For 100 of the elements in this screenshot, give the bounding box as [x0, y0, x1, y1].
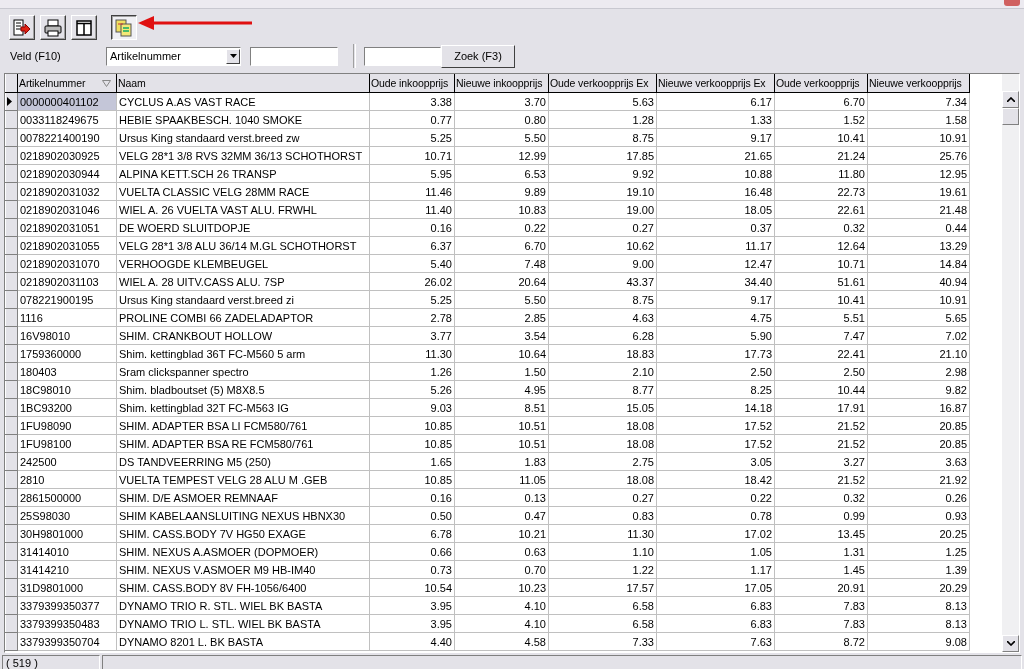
table-cell: 0.70	[454, 560, 549, 579]
table-cell: 9.08	[867, 632, 970, 651]
table-cell: 51.61	[774, 272, 868, 291]
table-cell: 21.48	[867, 200, 970, 219]
scroll-up-icon[interactable]	[1002, 91, 1019, 108]
table-cell: 21.24	[774, 146, 868, 165]
table-cell: 11.40	[369, 200, 455, 219]
filter-field[interactable]	[250, 46, 338, 66]
table-cell: 8.75	[548, 290, 657, 309]
table-cell: 1FU98090	[17, 416, 117, 435]
table-cell: VUELTA TEMPEST VELG 28 ALU M .GEB	[116, 470, 370, 489]
table-cell: 5.25	[369, 128, 455, 147]
table-cell: 0033118249675	[17, 110, 117, 129]
table-cell: 8.13	[867, 614, 970, 633]
field-dropdown[interactable]: Artikelnummer	[106, 46, 241, 66]
column-header[interactable]: Oude verkoopprijs	[774, 74, 868, 93]
toolbar-button[interactable]	[111, 15, 137, 40]
table-cell: VELG 28*1 3/8 RVS 32MM 36/13 SCHOTHORST	[116, 146, 370, 165]
table-cell: 5.63	[548, 92, 657, 111]
table-cell: 1.45	[774, 560, 868, 579]
table-cell: 2.50	[774, 362, 868, 381]
table-cell: 6.83	[656, 596, 775, 615]
table-cell: 7.33	[548, 632, 657, 651]
table-cell: 3.95	[369, 614, 455, 633]
column-header[interactable]: Nieuwe inkoopprijs	[454, 74, 549, 93]
table-cell: 1.10	[548, 542, 657, 561]
table-cell: 5.50	[454, 128, 549, 147]
table-cell: 1.39	[867, 560, 970, 579]
table-cell: 5.50	[454, 290, 549, 309]
table-cell: SHIM. CASS.BODY 8V FH-1056/6400	[116, 578, 370, 597]
table-cell: 10.85	[369, 416, 455, 435]
table-cell: 21.92	[867, 470, 970, 489]
table-cell: 1.26	[369, 362, 455, 381]
table-cell: 3379399350704	[17, 632, 117, 651]
table-cell: 11.80	[774, 164, 868, 183]
table-cell: 0218902031046	[17, 200, 117, 219]
table-cell: 2.78	[369, 308, 455, 327]
table-cell: 5.25	[369, 290, 455, 309]
table-cell: 30H9801000	[17, 524, 117, 543]
table-cell: VELG 28*1 3/8 ALU 36/14 M.GL SCHOTHORST	[116, 236, 370, 255]
table-cell: 0.78	[656, 506, 775, 525]
table-cell: Shim. kettingblad 36T FC-M560 5 arm	[116, 344, 370, 363]
table-cell: 12.64	[774, 236, 868, 255]
table-cell: DYNAMO TRIO L. STL. WIEL BK BASTA	[116, 614, 370, 633]
column-header[interactable]: Oude inkoopprijs	[369, 74, 455, 93]
table-cell: 3.05	[656, 452, 775, 471]
search-button[interactable]: Zoek (F3)	[441, 44, 515, 68]
scroll-thumb[interactable]	[1002, 108, 1019, 125]
table-cell: 9.89	[454, 182, 549, 201]
table-cell: 1116	[17, 308, 117, 327]
scroll-down-icon[interactable]	[1002, 635, 1019, 652]
table-cell: 0.66	[369, 542, 455, 561]
column-header[interactable]: Oude verkoopprijs Ex	[548, 74, 657, 93]
table-cell: 7.83	[774, 596, 868, 615]
vertical-scrollbar[interactable]	[1002, 74, 1019, 652]
table-cell: 0.73	[369, 560, 455, 579]
table-cell: 3379399350377	[17, 596, 117, 615]
table-cell: SHIM. D/E ASMOER REMNAAF	[116, 488, 370, 507]
table-cell: 2861500000	[17, 488, 117, 507]
table-cell: WIEL A. 26 VUELTA VAST ALU. FRWHL	[116, 200, 370, 219]
table-cell: 0.26	[867, 488, 970, 507]
table-cell: 0218902030925	[17, 146, 117, 165]
table-cell: 4.10	[454, 596, 549, 615]
table-cell: 6.28	[548, 326, 657, 345]
table-cell: 0.22	[656, 488, 775, 507]
table-cell: 21.65	[656, 146, 775, 165]
table-cell: DYNAMO TRIO R. STL. WIEL BK BASTA	[116, 596, 370, 615]
table-cell: 17.57	[548, 578, 657, 597]
search-field[interactable]	[364, 46, 441, 66]
table-cell: 11.30	[548, 524, 657, 543]
table-cell: 10.54	[369, 578, 455, 597]
table-cell: 11.05	[454, 470, 549, 489]
table-cell: 1.22	[548, 560, 657, 579]
field-label: Veld (F10)	[10, 50, 62, 62]
table-cell: 9.17	[656, 128, 775, 147]
column-header[interactable]: Artikelnummer	[17, 74, 117, 93]
table-cell: 20.64	[454, 272, 549, 291]
table-cell: 0.37	[656, 218, 775, 237]
table-cell: 14.18	[656, 398, 775, 417]
table-cell: 10.23	[454, 578, 549, 597]
table-cell: Shim. bladboutset (5) M8X8.5	[116, 380, 370, 399]
table-cell: 1.28	[548, 110, 657, 129]
table-cell: 3.77	[369, 326, 455, 345]
table-cell: 4.40	[369, 632, 455, 651]
current-row-icon	[7, 96, 12, 106]
table-cell: 1759360000	[17, 344, 117, 363]
table-cell: 26.02	[369, 272, 455, 291]
column-header[interactable]: Naam	[116, 74, 370, 93]
table-cell: Ursus King standaard verst.breed zw	[116, 128, 370, 147]
table-cell: 16V98010	[17, 326, 117, 345]
column-header[interactable]: Nieuwe verkoopprijs Ex	[656, 74, 775, 93]
column-header[interactable]: Nieuwe verkoopprijs	[867, 74, 970, 93]
table-cell: 22.73	[774, 182, 868, 201]
table-cell: 21.52	[774, 434, 868, 453]
table-cell: 0.99	[774, 506, 868, 525]
table-cell: 6.70	[774, 92, 868, 111]
table-cell: 4.75	[656, 308, 775, 327]
table-cell: 5.26	[369, 380, 455, 399]
table-cell: DS TANDVEERRING M5 (250)	[116, 452, 370, 471]
table-cell: 6.58	[548, 614, 657, 633]
